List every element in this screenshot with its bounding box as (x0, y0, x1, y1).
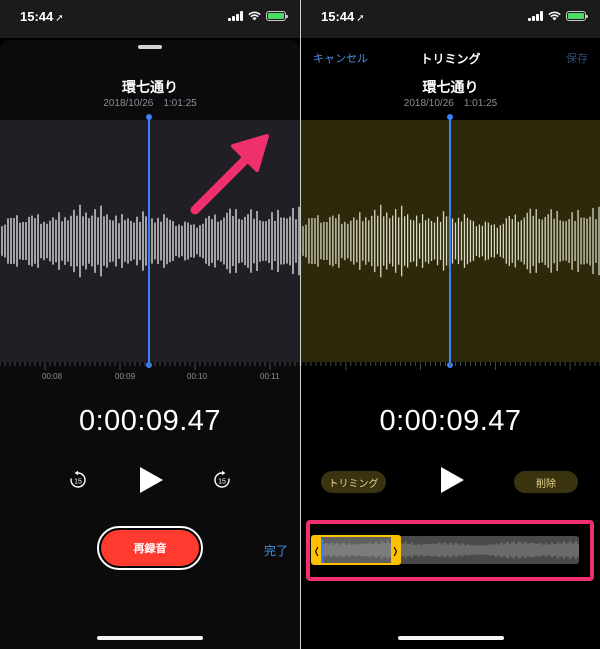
rerecord-label: 再録音 (101, 530, 199, 566)
home-indicator (398, 636, 504, 640)
recording-time-of-day: 1:01:25 (163, 98, 197, 109)
skip-back-15-icon[interactable]: 15 (68, 470, 88, 490)
tick-label: 00:10 (187, 372, 208, 381)
tick-label: 00:08 (42, 372, 63, 381)
trim-screen: 15:44 ➚ キャンセル トリミング 保存 環七通り 2018/10/26 1:0… (301, 0, 600, 649)
save-button[interactable]: 保存 (566, 50, 588, 66)
location-icon: ➚ (356, 13, 365, 24)
wifi-icon (248, 11, 261, 21)
recording-date: 2018/10/26 (103, 98, 154, 109)
annotation-arrow (190, 134, 269, 215)
elapsed-time: 0:00:09.47 (379, 405, 522, 437)
battery-icon (266, 11, 288, 21)
done-button[interactable]: 完了 (264, 542, 288, 559)
recording-time-of-day: 1:01:25 (463, 98, 498, 109)
signal-icon (528, 11, 543, 21)
skip-forward-15-icon[interactable]: 15 (212, 470, 232, 490)
battery-icon (566, 11, 588, 21)
trim-nav-title: トリミング (420, 52, 481, 66)
trim-button[interactable]: トリミング (321, 471, 386, 493)
recording-title: 環七通り (122, 79, 178, 95)
status-icons (528, 11, 588, 21)
recording-title: 環七通り (422, 79, 479, 95)
status-time: 15:44 ➚ (321, 9, 365, 24)
status-bar: 15:44 ➚ (0, 0, 300, 38)
trim-left-handle[interactable]: ❬ (313, 546, 321, 557)
timeline-ticks (301, 362, 600, 370)
rerecord-button[interactable]: 再録音 (97, 526, 203, 570)
play-icon[interactable] (439, 466, 465, 494)
playhead[interactable] (146, 114, 152, 368)
tick-label: 00:11 (260, 372, 280, 381)
skip-forward-label: 15 (218, 479, 226, 486)
trim-playhead[interactable] (321, 539, 323, 563)
signal-icon (228, 11, 243, 21)
timeline-ticks (0, 362, 300, 370)
skip-back-label: 15 (74, 479, 82, 486)
recording-date: 2018/10/26 (403, 98, 454, 109)
trim-right-handle[interactable]: ❭ (391, 546, 399, 557)
status-icons (228, 11, 288, 21)
sheet-grabber[interactable] (138, 45, 162, 49)
location-icon: ➚ (55, 13, 64, 24)
playhead[interactable] (447, 114, 453, 368)
home-indicator (97, 636, 203, 640)
trim-selection[interactable]: ❬ ❭ (311, 535, 401, 565)
wifi-icon (548, 11, 561, 21)
recording-meta: 2018/10/26 1:01:25 (0, 98, 300, 109)
recording-meta: 2018/10/26 1:01:25 (301, 98, 600, 109)
tick-label: 00:09 (115, 372, 136, 381)
status-bar: 15:44 ➚ (301, 0, 600, 38)
status-time: 15:44 ➚ (20, 9, 64, 24)
recording-detail-screen: 15:44 ➚ 環七通り 2018/10/26 1:01:25 00:08 00:0… (0, 0, 300, 649)
elapsed-time: 0:00:09.47 (78, 405, 222, 437)
delete-button[interactable]: 削除 (514, 471, 578, 493)
play-icon[interactable] (138, 466, 164, 494)
